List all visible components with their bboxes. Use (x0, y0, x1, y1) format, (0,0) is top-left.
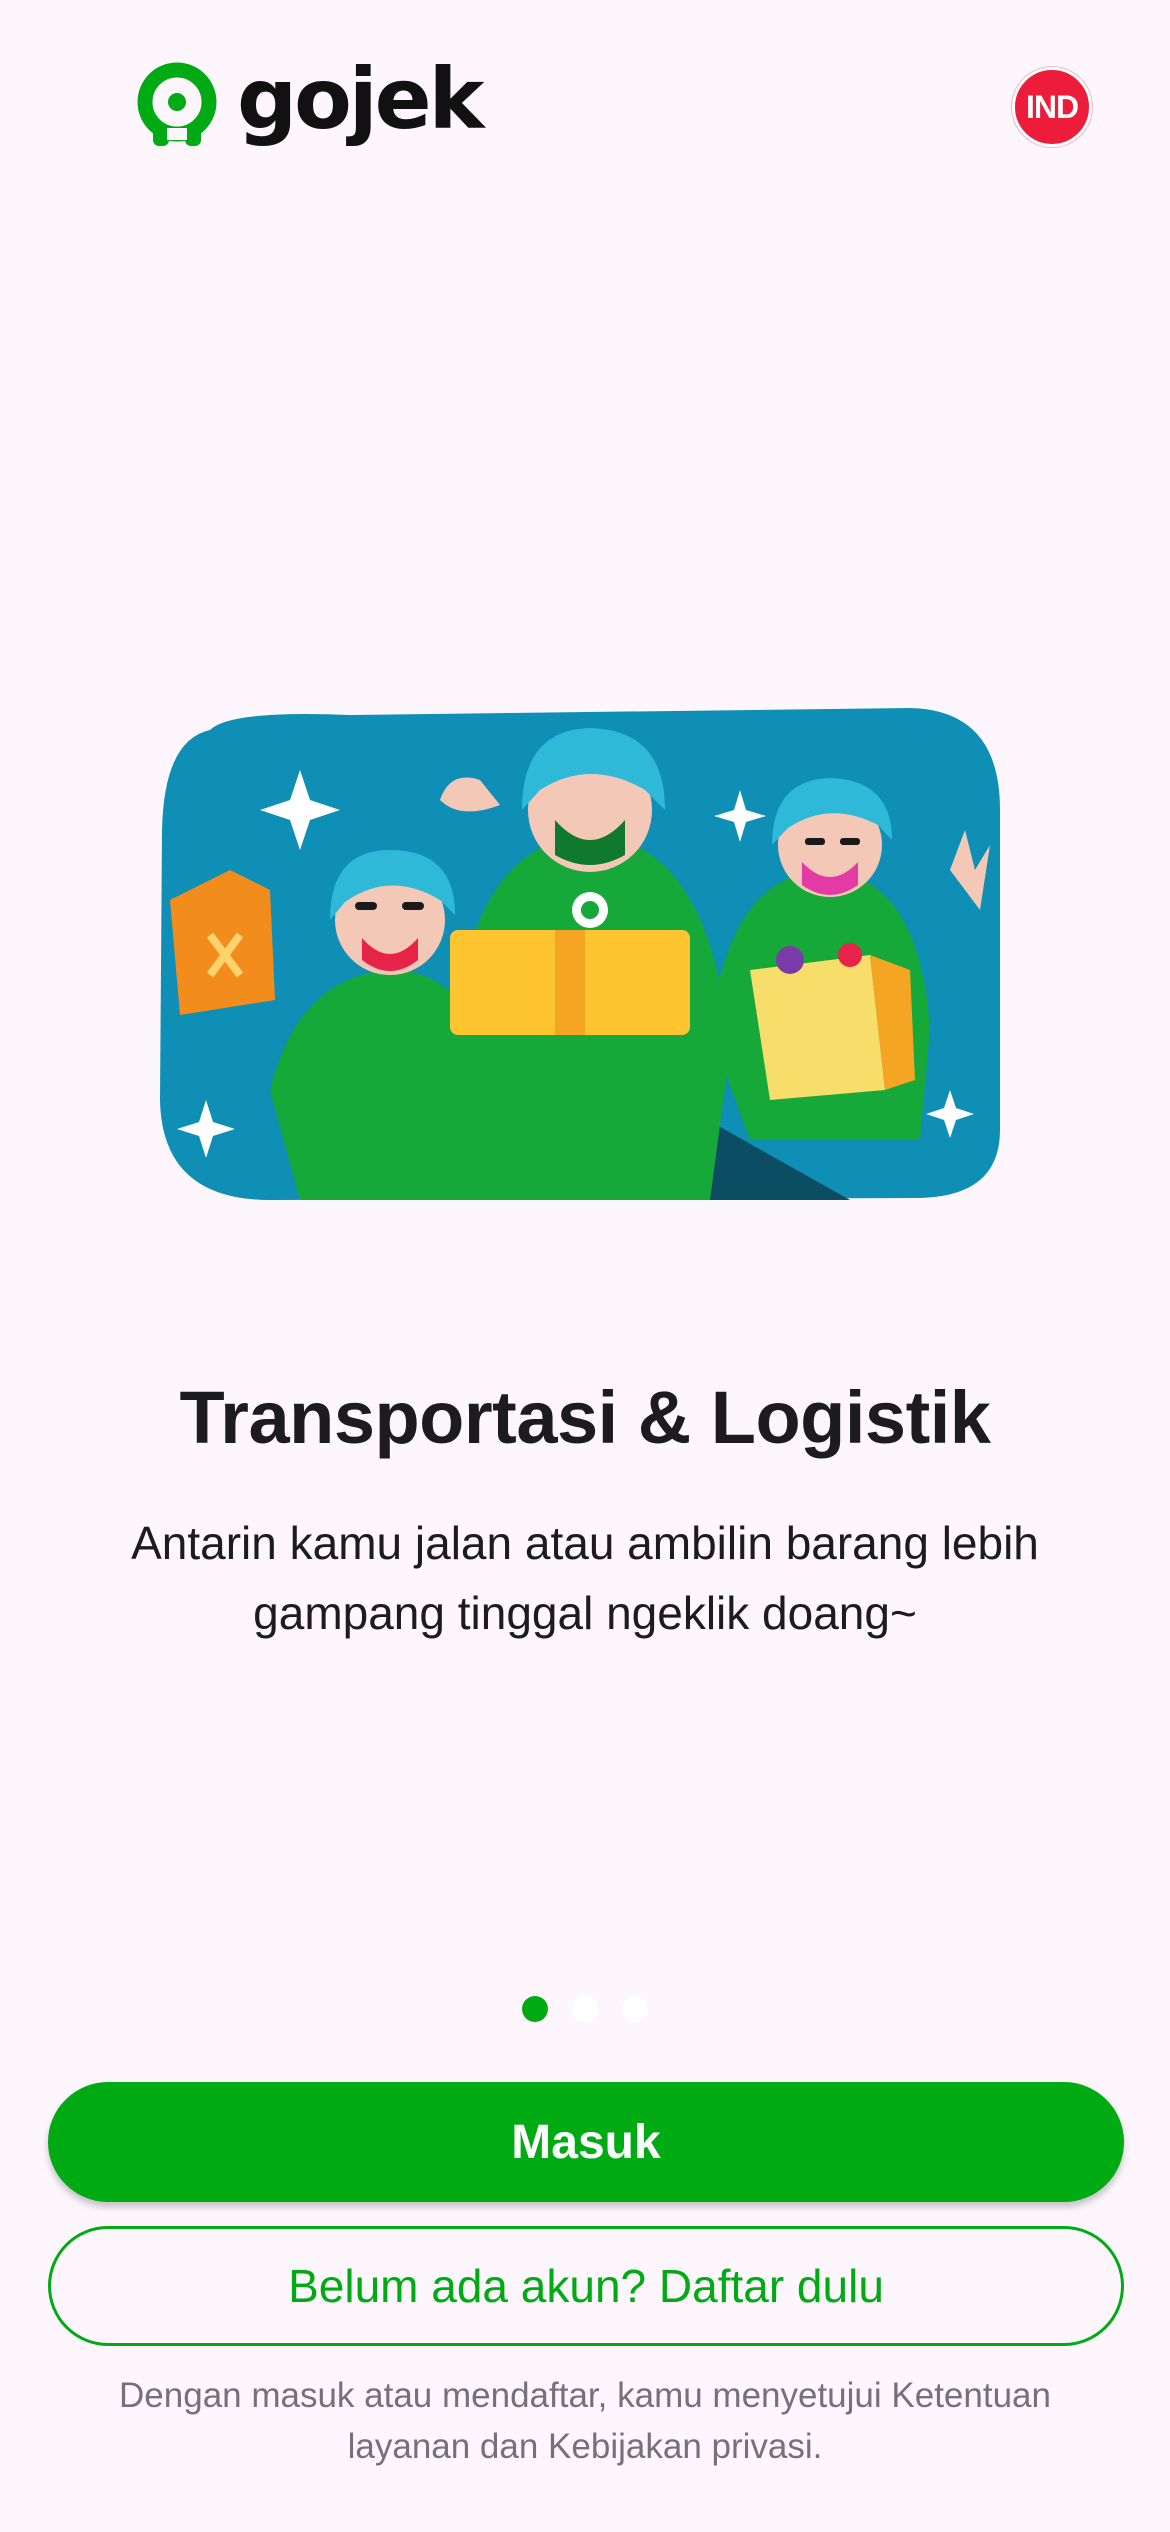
terms-notice: Dengan masuk atau mendaftar, kamu menyet… (119, 2376, 1051, 2466)
gojek-logo-icon (137, 62, 217, 146)
language-selector-button[interactable]: IND (1012, 67, 1092, 147)
register-button[interactable]: Belum ada akun? Daftar dulu (48, 2226, 1124, 2346)
onboarding-subtitle: Antarin kamu jalan atau ambilin barang l… (131, 1517, 1039, 1639)
pagination-dot-1[interactable] (522, 1996, 548, 2022)
illustration-svg (160, 708, 1000, 1200)
gojek-logo: gojek (133, 57, 484, 150)
pagination-dots (0, 1996, 1170, 2022)
app-header: gojek IND (0, 0, 1170, 220)
gojek-wordmark: gojek (237, 50, 484, 148)
pagination-dot-2[interactable] (572, 1996, 598, 2022)
onboarding-title: Transportasi & Logistik (179, 1376, 991, 1459)
delivery-drivers-illustration (150, 670, 1020, 1230)
pagination-dot-3[interactable] (622, 1996, 648, 2022)
login-button[interactable]: Masuk (48, 2082, 1124, 2202)
